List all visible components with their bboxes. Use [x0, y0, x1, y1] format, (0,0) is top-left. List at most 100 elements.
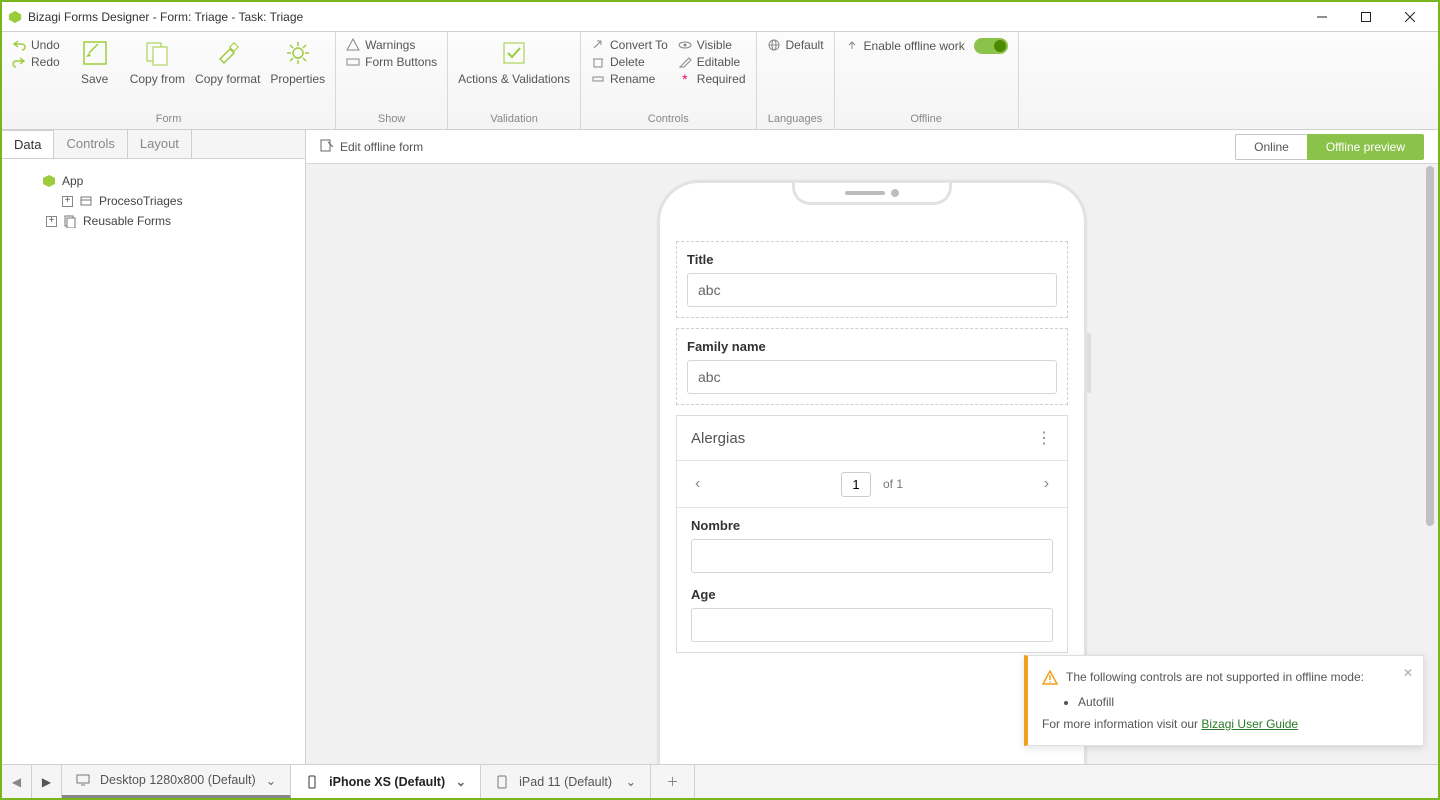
- maximize-button[interactable]: [1344, 3, 1388, 31]
- default-lang-label: Default: [786, 38, 824, 52]
- properties-button[interactable]: Properties: [270, 38, 325, 86]
- rename-button[interactable]: Rename: [591, 72, 668, 86]
- phone-notch: [792, 183, 952, 205]
- redo-label: Redo: [31, 55, 60, 69]
- editable-button[interactable]: Editable: [678, 55, 746, 69]
- form-edit-icon: [320, 138, 334, 155]
- undo-label: Undo: [31, 38, 60, 52]
- toggle-switch-icon[interactable]: [974, 38, 1008, 54]
- view-mode-toggle: Online Offline preview: [1235, 134, 1424, 160]
- save-button[interactable]: Save: [70, 38, 120, 86]
- group-label-languages: Languages: [767, 113, 824, 127]
- ribbon-group-controls: Convert To Delete Rename Visible Editabl…: [581, 32, 757, 129]
- trash-icon: [591, 55, 605, 69]
- prev-device-button[interactable]: ◀: [2, 765, 32, 798]
- visible-button[interactable]: Visible: [678, 38, 746, 52]
- required-button[interactable]: *Required: [678, 72, 746, 86]
- asterisk-icon: *: [678, 72, 692, 86]
- check-icon: [499, 38, 529, 68]
- globe-icon: [767, 38, 781, 52]
- desktop-icon: [76, 773, 90, 787]
- edit-icon: [678, 55, 692, 69]
- convert-to-button[interactable]: Convert To: [591, 38, 668, 52]
- form-buttons-button[interactable]: Form Buttons: [346, 55, 437, 69]
- device-tab-ipad[interactable]: iPad 11 (Default) ⌄: [481, 765, 651, 798]
- family-name-input[interactable]: [687, 360, 1057, 394]
- window-title: Bizagi Forms Designer - Form: Triage - T…: [28, 10, 303, 24]
- tab-controls[interactable]: Controls: [54, 130, 127, 158]
- ribbon-group-form: Undo Redo Save Copy from Copy format Pro…: [2, 32, 336, 129]
- brush-icon: [213, 38, 243, 68]
- kebab-menu-icon[interactable]: ⋮: [1036, 428, 1053, 448]
- design-canvas: Edit offline form Online Offline preview…: [306, 130, 1438, 764]
- minimize-button[interactable]: [1300, 3, 1344, 31]
- tree-node-app[interactable]: App: [12, 171, 295, 191]
- field-label: Nombre: [691, 518, 1053, 533]
- save-icon: [80, 38, 110, 68]
- redo-icon: [12, 55, 26, 69]
- phone-frame: Title Family name Alergias ⋮ ‹: [657, 180, 1087, 764]
- chevron-down-icon[interactable]: ⌄: [626, 774, 636, 789]
- expand-icon[interactable]: +: [46, 216, 57, 227]
- edit-offline-form-button[interactable]: Edit offline form: [320, 138, 423, 155]
- delete-label: Delete: [610, 55, 645, 69]
- collection-alergias[interactable]: Alergias ⋮ ‹ of 1 › Nombre: [676, 415, 1068, 653]
- tree-label: Reusable Forms: [83, 214, 171, 228]
- delete-button[interactable]: Delete: [591, 55, 668, 69]
- vertical-scrollbar[interactable]: [1424, 164, 1436, 764]
- ribbon-group-validation: Actions & Validations Validation: [448, 32, 581, 129]
- default-lang-button[interactable]: Default: [767, 38, 824, 52]
- add-device-tab-button[interactable]: ＋: [651, 765, 695, 798]
- tree-node-reusable[interactable]: + Reusable Forms: [12, 211, 295, 231]
- enable-offline-toggle[interactable]: Enable offline work: [845, 38, 1008, 54]
- expand-icon[interactable]: +: [62, 196, 73, 207]
- form-field-family-name[interactable]: Family name: [676, 328, 1068, 405]
- user-guide-link[interactable]: Bizagi User Guide: [1201, 717, 1298, 731]
- device-tab-iphone[interactable]: iPhone XS (Default) ⌄: [291, 765, 481, 798]
- redo-button[interactable]: Redo: [12, 55, 60, 69]
- save-label: Save: [81, 72, 108, 86]
- nombre-input[interactable]: [691, 539, 1053, 573]
- next-page-button[interactable]: ›: [1036, 471, 1057, 497]
- title-input[interactable]: [687, 273, 1057, 307]
- group-label-validation: Validation: [458, 113, 570, 127]
- group-label-show: Show: [346, 113, 437, 127]
- tree-node-proceso[interactable]: + ProcesoTriages: [12, 191, 295, 211]
- field-label: Title: [687, 252, 1057, 267]
- device-tab-bar: ◀ ▶ Desktop 1280x800 (Default) ⌄ iPhone …: [2, 764, 1438, 798]
- rename-label: Rename: [610, 72, 655, 86]
- prev-page-button[interactable]: ‹: [687, 471, 708, 497]
- page-of-label: of 1: [883, 477, 903, 491]
- undo-button[interactable]: Undo: [12, 38, 60, 52]
- age-input[interactable]: [691, 608, 1053, 642]
- collection-pager: ‹ of 1 ›: [677, 461, 1067, 508]
- close-toast-button[interactable]: ✕: [1403, 666, 1413, 680]
- device-tab-label: iPhone XS (Default): [329, 775, 445, 789]
- group-label-form: Form: [12, 113, 325, 127]
- page-number-input[interactable]: [841, 472, 871, 497]
- tab-data[interactable]: Data: [2, 130, 54, 158]
- convert-icon: [591, 38, 605, 52]
- copy-format-button[interactable]: Copy format: [195, 38, 260, 86]
- next-device-button[interactable]: ▶: [32, 765, 62, 798]
- tree-label: App: [62, 174, 83, 188]
- actions-validations-button[interactable]: Actions & Validations: [458, 38, 570, 86]
- warning-toast: ✕ The following controls are not support…: [1024, 655, 1424, 746]
- properties-label: Properties: [270, 72, 325, 86]
- ribbon: Undo Redo Save Copy from Copy format Pro…: [2, 32, 1438, 130]
- tree-label: ProcesoTriages: [99, 194, 183, 208]
- chevron-down-icon[interactable]: ⌄: [266, 773, 276, 788]
- ribbon-group-languages: Default Languages: [757, 32, 835, 129]
- offline-preview-toggle[interactable]: Offline preview: [1307, 134, 1424, 160]
- actions-label: Actions & Validations: [458, 72, 570, 86]
- close-button[interactable]: [1388, 3, 1432, 31]
- warnings-button[interactable]: Warnings: [346, 38, 437, 52]
- form-field-title[interactable]: Title: [676, 241, 1068, 318]
- tab-layout[interactable]: Layout: [128, 130, 192, 158]
- chevron-down-icon[interactable]: ⌄: [456, 774, 466, 789]
- online-toggle[interactable]: Online: [1235, 134, 1307, 160]
- device-tab-desktop[interactable]: Desktop 1280x800 (Default) ⌄: [62, 765, 291, 798]
- copy-from-button[interactable]: Copy from: [130, 38, 185, 86]
- device-tab-label: Desktop 1280x800 (Default): [100, 773, 256, 787]
- entity-icon: [79, 194, 93, 208]
